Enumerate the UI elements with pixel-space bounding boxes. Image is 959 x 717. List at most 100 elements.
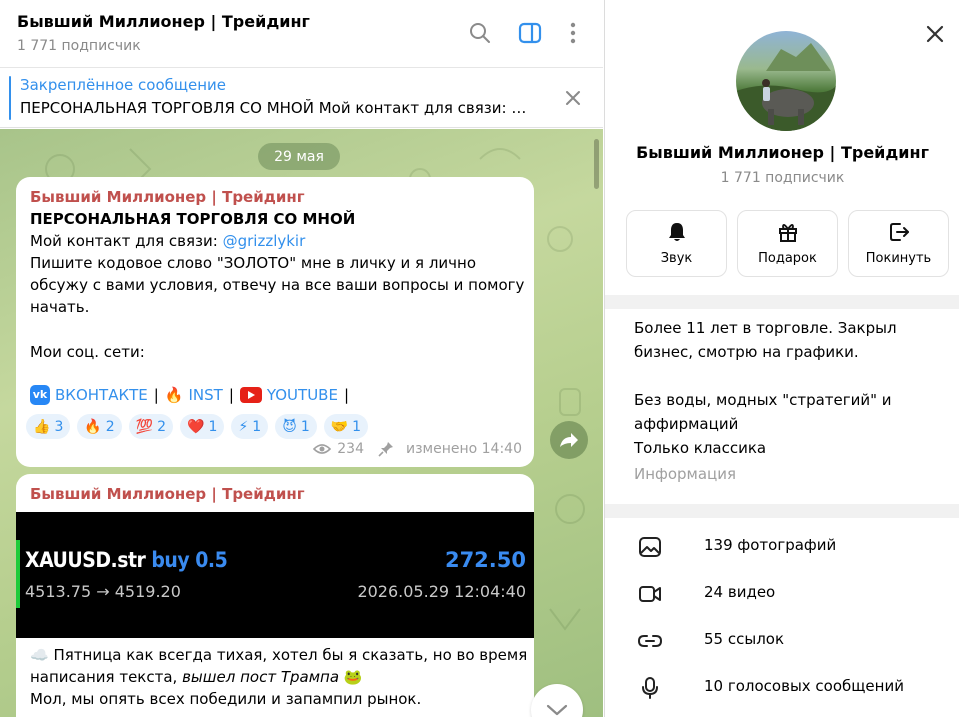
pinned-message[interactable]: Закреплённое сообщение ПЕРСОНАЛЬНАЯ ТОРГ…	[0, 68, 603, 128]
section-divider	[605, 295, 959, 309]
leave-button[interactable]: Покинуть	[848, 210, 949, 277]
media-voice-label: 10 голосовых сообщений	[704, 677, 904, 695]
media-videos-row[interactable]: 24 видео	[605, 570, 959, 617]
message-meta: 234 изменено 14:40	[313, 441, 522, 457]
channel-title[interactable]: Бывший Миллионер | Трейдинг	[17, 12, 310, 31]
about-text-line: аффирмаций	[634, 415, 739, 433]
eye-icon	[313, 444, 332, 454]
video-icon	[639, 586, 661, 602]
message-contact-prefix: Мой контакт для связи:	[30, 232, 223, 250]
sidebar-toggle-icon[interactable]	[517, 20, 543, 46]
reactions-row: 👍 3 🔥 2 💯 2 ❤️ 1 ⚡ 1 😈 1 🤝 1	[26, 414, 369, 439]
about-text-line: Без воды, модных "стратегий" и	[634, 391, 892, 409]
chat-column: Бывший Миллионер | Трейдинг 1 771 подпис…	[0, 0, 603, 717]
link-icon	[638, 635, 662, 647]
trade-symbol: XAUUSD.str	[25, 548, 146, 572]
vk-icon: vk	[30, 385, 50, 405]
reaction-fire[interactable]: 🔥 2	[77, 414, 122, 439]
message-text-line: написания текста, вышел пост Трампа 🐸	[30, 668, 362, 686]
frog-emoji-icon: 🐸	[343, 668, 363, 686]
pinned-label: Закреплённое сообщение	[20, 76, 227, 94]
message-text-line: Мои соц. сети:	[30, 343, 145, 361]
media-links-row[interactable]: 55 ссылок	[605, 617, 959, 664]
gift-button[interactable]: Подарок	[737, 210, 838, 277]
info-label: Информация	[634, 465, 737, 483]
media-photos-row[interactable]: 139 фотографий	[605, 523, 959, 570]
channel-info-panel: Бывший Миллионер | Трейдинг 1 771 подпис…	[604, 0, 959, 717]
reaction-devil[interactable]: 😈 1	[275, 414, 317, 439]
contact-link[interactable]: @grizzlykir	[223, 232, 306, 250]
media-videos-label: 24 видео	[704, 583, 776, 601]
sound-button[interactable]: Звук	[626, 210, 727, 277]
forward-button[interactable]	[550, 421, 588, 459]
leave-icon	[889, 223, 909, 241]
reaction-count: 2	[157, 418, 167, 435]
trade-symbol-line: XAUUSD.str buy 0.5	[25, 548, 228, 572]
media-voice-row[interactable]: 10 голосовых сообщений	[605, 664, 959, 711]
about-text-line: бизнес, смотрю на графики.	[634, 343, 859, 361]
youtube-icon	[239, 387, 262, 403]
reaction-emoji: 💯	[135, 418, 154, 435]
reaction-handshake[interactable]: 🤝 1	[323, 414, 369, 439]
view-count: 234	[337, 441, 364, 457]
chat-scrollbar[interactable]	[594, 139, 599, 189]
reaction-emoji: 😈	[282, 418, 297, 435]
message-contact-line: Мой контакт для связи: @grizzlykir	[30, 232, 305, 250]
reaction-count: 1	[252, 418, 262, 435]
reaction-emoji: 👍	[33, 418, 51, 435]
avatar[interactable]	[736, 31, 836, 131]
reaction-count: 1	[208, 418, 218, 435]
reaction-100[interactable]: 💯 2	[128, 414, 174, 439]
message-bubble[interactable]: Бывший Миллионер | Трейдинг XAUUSD.str b…	[16, 474, 534, 717]
reaction-count: 1	[352, 418, 362, 435]
edited-time: изменено 14:40	[406, 441, 522, 457]
forward-icon	[560, 433, 578, 447]
subscriber-count: 1 771 подписчик	[17, 38, 141, 54]
trade-screenshot[interactable]: XAUUSD.str buy 0.5 272.50 4513.75 → 4519…	[16, 512, 534, 638]
separator: |	[153, 386, 159, 404]
date-separator: 29 мая	[258, 143, 340, 170]
panel-title: Бывший Миллионер | Трейдинг	[636, 143, 929, 162]
reaction-thumbs-up[interactable]: 👍 3	[26, 414, 71, 439]
reaction-heart[interactable]: ❤️ 1	[180, 414, 225, 439]
chat-header[interactable]: Бывший Миллионер | Трейдинг 1 771 подпис…	[0, 0, 603, 68]
about-text-line: Только классика	[634, 439, 767, 457]
message-sender[interactable]: Бывший Миллионер | Трейдинг	[30, 485, 305, 503]
cloud-emoji-icon: ☁️	[30, 646, 49, 664]
bell-icon	[668, 223, 685, 241]
message-text-line: Мол, мы опять всех победили и запампил р…	[30, 690, 422, 708]
message-text-line: ☁️ Пятница как всегда тихая, хотел бы я …	[30, 646, 527, 664]
separator: |	[228, 386, 234, 404]
more-options-icon[interactable]	[560, 20, 586, 46]
reaction-emoji: 🔥	[84, 418, 102, 435]
search-icon[interactable]	[467, 20, 493, 46]
close-pinned-icon[interactable]	[562, 87, 584, 109]
inst-link[interactable]: INST	[189, 386, 223, 404]
fire-icon: 🔥	[164, 386, 184, 404]
pinned-indicator	[9, 76, 11, 120]
close-icon[interactable]	[923, 22, 947, 46]
sound-label: Звук	[660, 251, 693, 266]
reaction-emoji: ❤️	[187, 418, 205, 435]
trade-time: 2026.05.29 12:04:40	[357, 582, 526, 601]
reaction-count: 3	[54, 418, 64, 435]
social-links: vk ВКОНТАКТЕ | 🔥 INST | YOUTUBE |	[30, 385, 355, 405]
gift-icon	[778, 224, 797, 242]
message-text-line: начать.	[30, 298, 90, 316]
youtube-link[interactable]: YOUTUBE	[267, 386, 338, 404]
trade-side-bar	[16, 540, 20, 608]
message-text: написания текста,	[30, 668, 183, 686]
message-text: Пятница как всегда тихая, хотел бы я ска…	[53, 646, 528, 664]
vk-link[interactable]: ВКОНТАКТЕ	[55, 386, 148, 404]
message-headline: ПЕРСОНАЛЬНАЯ ТОРГОВЛЯ СО МНОЙ	[30, 210, 356, 228]
pin-icon	[378, 442, 393, 457]
about-text-line: Более 11 лет в торговле. Закрыл	[634, 319, 897, 337]
gift-label: Подарок	[758, 251, 817, 266]
message-sender[interactable]: Бывший Миллионер | Трейдинг	[30, 188, 305, 206]
message-text-line: Пишите кодовое слово "ЗОЛОТО" мне в личк…	[30, 254, 477, 272]
message-bubble[interactable]: Бывший Миллионер | Трейдинг ПЕРСОНАЛЬНАЯ…	[16, 177, 534, 467]
reaction-emoji: ⚡	[238, 418, 249, 435]
reaction-lightning[interactable]: ⚡ 1	[231, 414, 269, 439]
trade-prices: 4513.75 → 4519.20	[25, 582, 181, 601]
avatar-image	[736, 43, 836, 131]
